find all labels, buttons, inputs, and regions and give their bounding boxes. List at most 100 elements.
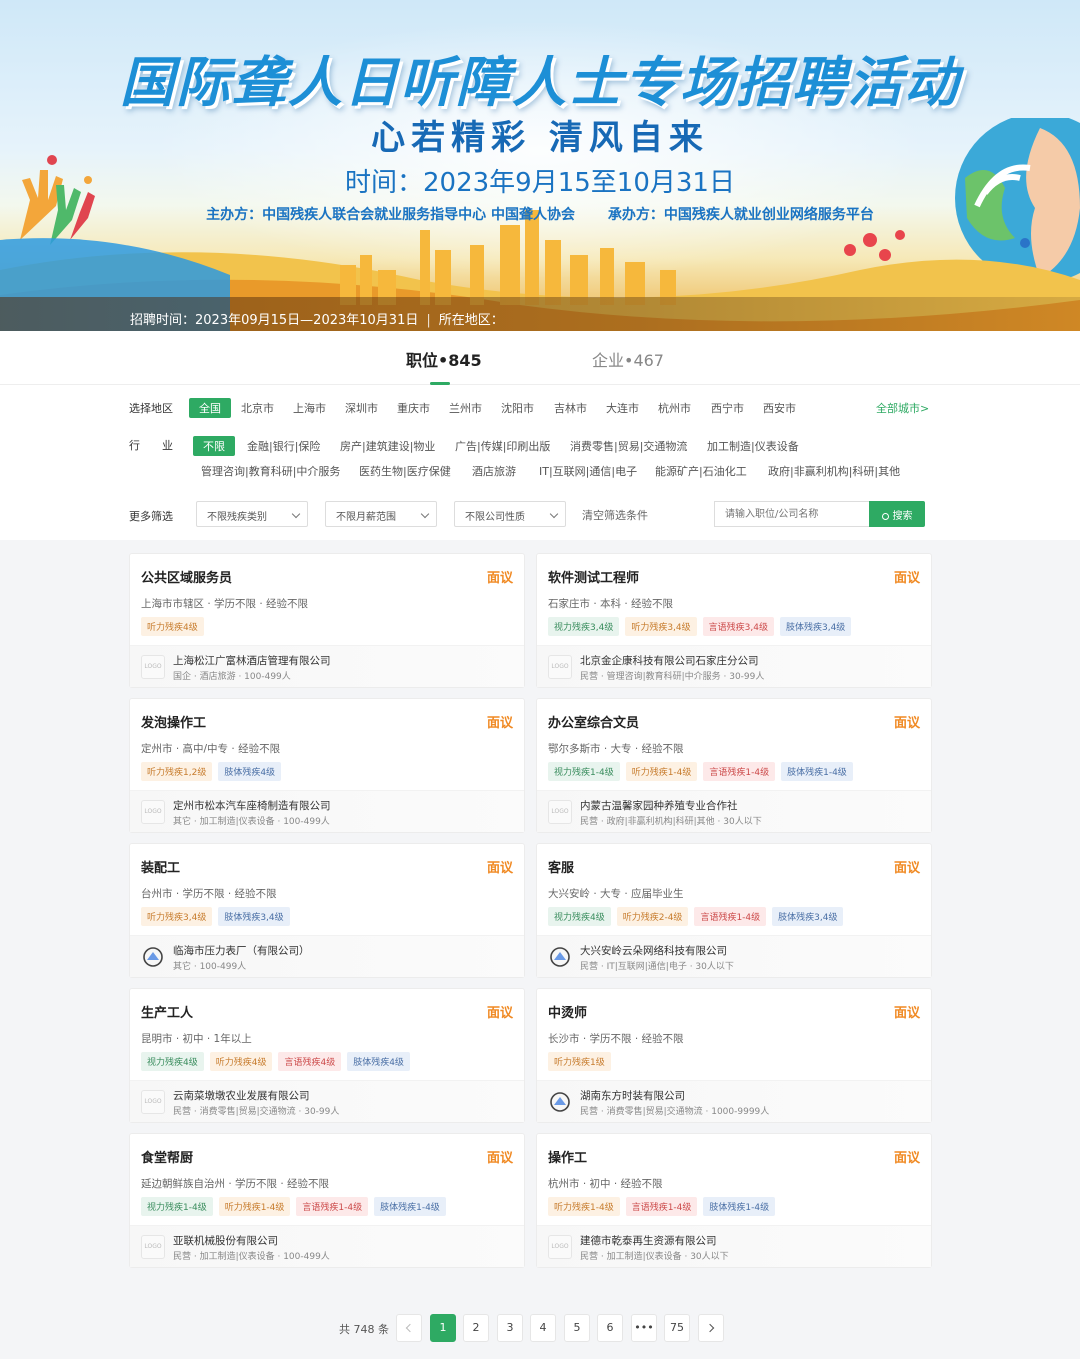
region-chip-shanghai[interactable]: 上海市	[293, 400, 326, 416]
tab-companies[interactable]: 企业•467	[592, 347, 664, 371]
clear-filters-link[interactable]: 清空筛选条件	[582, 507, 648, 523]
search-button[interactable]: 搜索	[869, 501, 925, 527]
company-row[interactable]: LOGO 内蒙古温馨家园种养殖专业合作社 民营 · 政府|非赢利机构|科研|其他 ·…	[537, 790, 931, 832]
page-ellipsis[interactable]: •••	[631, 1314, 657, 1342]
page-button-5[interactable]: 5	[564, 1314, 590, 1342]
industry-chip-consulting[interactable]: 管理咨询|教育科研|中介服务	[201, 463, 340, 479]
industry-chip-government[interactable]: 政府|非赢利机构|科研|其他	[768, 463, 900, 479]
industry-chip-medical[interactable]: 医药生物|医疗保健	[359, 463, 451, 479]
job-card[interactable]: 客服 面议 大兴安岭 · 大专 · 应届毕业生 视力残疾4级 听力残疾2-4级 言语残疾1…	[536, 843, 932, 978]
disability-tags: 视力残疾3,4级 听力残疾3,4级 言语残疾3,4级 肢体残疾3,4级	[548, 617, 852, 636]
salary-range-select[interactable]: 不限月薪范围	[325, 501, 437, 527]
company-logo: LOGO	[548, 655, 572, 679]
industry-chip-hotel[interactable]: 酒店旅游	[472, 463, 516, 479]
page-button-4[interactable]: 4	[530, 1314, 556, 1342]
job-title[interactable]: 公共区域服务员	[141, 567, 232, 586]
job-title[interactable]: 生产工人	[141, 1002, 193, 1021]
job-card[interactable]: 发泡操作工 面议 定州市 · 高中/中专 · 经验不限 听力残疾1,2级 肢体残疾4级 L…	[129, 698, 525, 833]
job-card[interactable]: 办公室综合文员 面议 鄂尔多斯市 · 大专 · 经验不限 视力残疾1-4级 听力残疾1-…	[536, 698, 932, 833]
company-row[interactable]: 临海市压力表厂（有限公司） 其它 · 100-499人	[130, 935, 524, 977]
job-title[interactable]: 装配工	[141, 857, 180, 876]
search-input[interactable]	[714, 501, 870, 527]
company-row[interactable]: LOGO 亚联机械股份有限公司 民营 · 加工制造|仪表设备 · 100-499人	[130, 1225, 524, 1267]
company-row[interactable]: 大兴安岭云朵网络科技有限公司 民营 · IT|互联网|通信|电子 · 30人以下	[537, 935, 931, 977]
company-row[interactable]: LOGO 建德市乾泰再生资源有限公司 民营 · 加工制造|仪表设备 · 30人以下	[537, 1225, 931, 1267]
region-chip-xian[interactable]: 西安市	[763, 400, 796, 416]
job-card[interactable]: 装配工 面议 台州市 · 学历不限 · 经验不限 听力残疾3,4级 肢体残疾3,4级 临海…	[129, 843, 525, 978]
region-chip-shenyang[interactable]: 沈阳市	[501, 400, 534, 416]
region-chip-all[interactable]: 全国	[189, 398, 231, 418]
banner-info: 招聘时间：2023年09月15日—2023年10月31日 | 所在地区：	[130, 309, 504, 328]
industry-chip-it[interactable]: IT|互联网|通信|电子	[539, 463, 637, 479]
disability-tag: 视力残疾1-4级	[141, 1197, 213, 1216]
job-title[interactable]: 食堂帮厨	[141, 1147, 193, 1166]
industry-chip-media[interactable]: 广告|传媒|印刷出版	[455, 438, 550, 454]
company-logo: LOGO	[548, 1235, 572, 1259]
region-filter-label: 选择地区	[129, 402, 173, 415]
region-chip-lanzhou[interactable]: 兰州市	[449, 400, 482, 416]
all-cities-link[interactable]: 全部城市>	[876, 400, 929, 416]
job-meta: 大兴安岭 · 大专 · 应届毕业生	[548, 888, 684, 900]
disability-tag: 听力残疾1,2级	[141, 762, 213, 781]
next-page-button[interactable]	[698, 1314, 724, 1342]
disability-tag: 听力残疾1-4级	[625, 762, 698, 781]
company-name[interactable]: 定州市松本汽车座椅制造有限公司	[173, 798, 331, 813]
industry-chip-finance[interactable]: 金融|银行|保险	[247, 438, 320, 454]
company-row[interactable]: 湖南东方时装有限公司 民营 · 消费零售|贸易|交通物流 · 1000-9999人	[537, 1080, 931, 1122]
company-type-select[interactable]: 不限公司性质	[454, 501, 566, 527]
job-card[interactable]: 操作工 面议 杭州市 · 初中 · 经验不限 听力残疾1-4级 言语残疾1-4级 肢体残疾…	[536, 1133, 932, 1268]
company-row[interactable]: LOGO 北京金企康科技有限公司石家庄分公司 民营 · 管理咨询|教育科研|中介服务…	[537, 645, 931, 687]
company-name[interactable]: 亚联机械股份有限公司	[173, 1233, 278, 1248]
job-title[interactable]: 中烫师	[548, 1002, 587, 1021]
prev-page-button[interactable]	[396, 1314, 422, 1342]
banner-title: 国际聋人日听障人士专场招聘活动	[120, 51, 960, 114]
company-name[interactable]: 大兴安岭云朵网络科技有限公司	[580, 943, 727, 958]
region-chip-hangzhou[interactable]: 杭州市	[658, 400, 691, 416]
job-salary: 面议	[893, 716, 920, 731]
region-chip-dalian[interactable]: 大连市	[606, 400, 639, 416]
job-title[interactable]: 操作工	[548, 1147, 587, 1166]
company-name[interactable]: 湖南东方时装有限公司	[580, 1088, 685, 1103]
job-card[interactable]: 食堂帮厨 面议 延边朝鲜族自治州 · 学历不限 · 经验不限 视力残疾1-4级 听力残疾…	[129, 1133, 525, 1268]
page-button-2[interactable]: 2	[463, 1314, 489, 1342]
region-chip-shenzhen[interactable]: 深圳市	[345, 400, 378, 416]
job-title[interactable]: 软件测试工程师	[548, 567, 639, 586]
company-name[interactable]: 北京金企康科技有限公司石家庄分公司	[580, 653, 759, 668]
job-salary: 面议	[893, 1151, 920, 1166]
tab-positions[interactable]: 职位•845	[406, 347, 482, 385]
page-button-75[interactable]: 75	[664, 1314, 690, 1342]
industry-chip-realestate[interactable]: 房产|建筑建设|物业	[340, 438, 435, 454]
company-name[interactable]: 建德市乾泰再生资源有限公司	[580, 1233, 717, 1248]
page-button-6[interactable]: 6	[597, 1314, 623, 1342]
disability-tag: 言语残疾1-4级	[703, 762, 776, 781]
job-title[interactable]: 办公室综合文员	[548, 712, 639, 731]
company-row[interactable]: LOGO 上海松江广富林酒店管理有限公司 国企 · 酒店旅游 · 100-499人	[130, 645, 524, 687]
disability-type-select[interactable]: 不限残疾类别	[196, 501, 308, 527]
company-name[interactable]: 上海松江广富林酒店管理有限公司	[173, 653, 331, 668]
company-row[interactable]: LOGO 定州市松本汽车座椅制造有限公司 其它 · 加工制造|仪表设备 · 100-…	[130, 790, 524, 832]
company-row[interactable]: LOGO 云南菜墩墩农业发展有限公司 民营 · 消费零售|贸易|交通物流 · 30-…	[130, 1080, 524, 1122]
job-title[interactable]: 客服	[548, 857, 574, 876]
company-logo-icon	[550, 1092, 570, 1112]
industry-chip-any[interactable]: 不限	[193, 436, 235, 456]
job-card[interactable]: 软件测试工程师 面议 石家庄市 · 本科 · 经验不限 视力残疾3,4级 听力残疾3,4…	[536, 553, 932, 688]
industry-chip-energy[interactable]: 能源矿产|石油化工	[655, 463, 747, 479]
industry-filter-label: 行 业	[129, 439, 173, 452]
chevron-left-icon	[405, 1323, 415, 1333]
page-button-1[interactable]: 1	[430, 1314, 456, 1342]
page-button-3[interactable]: 3	[497, 1314, 523, 1342]
company-name[interactable]: 临海市压力表厂（有限公司）	[173, 943, 310, 958]
industry-chip-retail[interactable]: 消费零售|贸易|交通物流	[570, 438, 687, 454]
job-title[interactable]: 发泡操作工	[141, 712, 206, 731]
region-chip-xining[interactable]: 西宁市	[711, 400, 744, 416]
job-card[interactable]: 公共区域服务员 面议 上海市市辖区 · 学历不限 · 经验不限 听力残疾4级 LOGO 上…	[129, 553, 525, 688]
company-name[interactable]: 云南菜墩墩农业发展有限公司	[173, 1088, 310, 1103]
region-chip-jilin[interactable]: 吉林市	[554, 400, 587, 416]
region-chip-chongqing[interactable]: 重庆市	[397, 400, 430, 416]
region-chip-beijing[interactable]: 北京市	[241, 400, 274, 416]
banner-slogan: 心若精彩 清风自来	[371, 118, 709, 158]
company-name[interactable]: 内蒙古温馨家园种养殖专业合作社	[580, 798, 738, 813]
industry-chip-manufacturing[interactable]: 加工制造|仪表设备	[707, 438, 799, 454]
job-card[interactable]: 中烫师 面议 长沙市 · 学历不限 · 经验不限 听力残疾1级 湖南东方时装有限公司 民营…	[536, 988, 932, 1123]
job-card[interactable]: 生产工人 面议 昆明市 · 初中 · 1年以上 视力残疾4级 听力残疾4级 言语残疾4级肢…	[129, 988, 525, 1123]
